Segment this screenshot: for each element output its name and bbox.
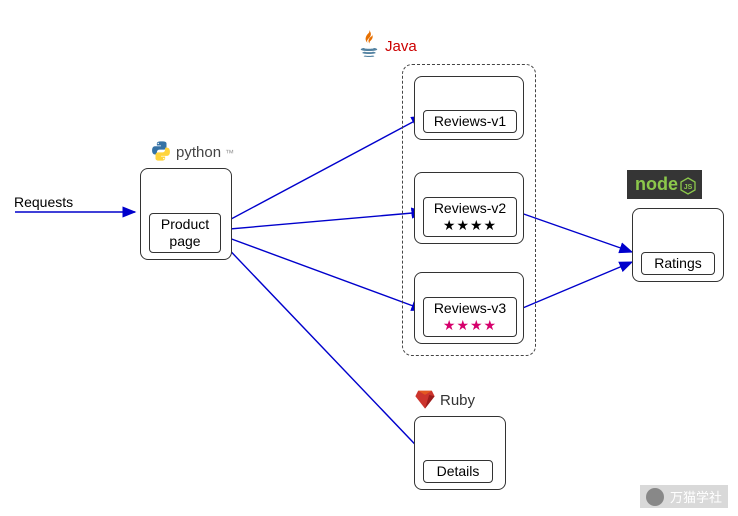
reviews-v3-stars: ★★★★ <box>428 317 512 334</box>
reviews-v1-container: Reviews-v1 <box>414 76 524 140</box>
reviews-v3-node: Reviews-v3 ★★★★ <box>423 297 517 337</box>
node-text: node <box>635 174 678 195</box>
reviews-v2-container: Reviews-v2 ★★★★ <box>414 172 524 244</box>
ruby-text: Ruby <box>440 392 475 409</box>
ratings-container: Ratings <box>632 208 724 282</box>
details-container: Details <box>414 416 506 490</box>
svg-text:JS: JS <box>684 184 693 191</box>
nodejs-icon: JS <box>680 177 694 193</box>
edge-product-reviews2 <box>218 212 424 230</box>
edge-product-details <box>218 238 430 460</box>
watermark-text: 万猫学社 <box>670 487 722 506</box>
java-text: Java <box>385 38 417 55</box>
reviews-v3-container: Reviews-v3 ★★★★ <box>414 272 524 344</box>
reviews-v2-node: Reviews-v2 ★★★★ <box>423 197 517 237</box>
python-icon <box>150 140 172 165</box>
reviews-v2-stars: ★★★★ <box>428 217 512 234</box>
product-page-container: Product page <box>140 168 232 260</box>
java-tech-label: Java <box>357 30 417 63</box>
edge-product-reviews3 <box>218 234 424 310</box>
java-icon <box>357 30 381 63</box>
ruby-icon <box>414 388 436 413</box>
watermark-avatar-icon <box>646 488 664 506</box>
product-page-node: Product page <box>149 213 221 253</box>
ruby-tech-label: Ruby <box>414 388 475 413</box>
edge-product-reviews1 <box>218 116 424 226</box>
requests-label: Requests <box>14 194 73 210</box>
ratings-node: Ratings <box>641 252 715 275</box>
python-tech-label: python ™ <box>150 140 234 165</box>
node-tech-label: node JS <box>627 170 702 199</box>
watermark: 万猫学社 <box>640 485 728 508</box>
reviews-v1-node: Reviews-v1 <box>423 110 517 133</box>
details-node: Details <box>423 460 493 483</box>
python-text: python <box>176 144 221 161</box>
